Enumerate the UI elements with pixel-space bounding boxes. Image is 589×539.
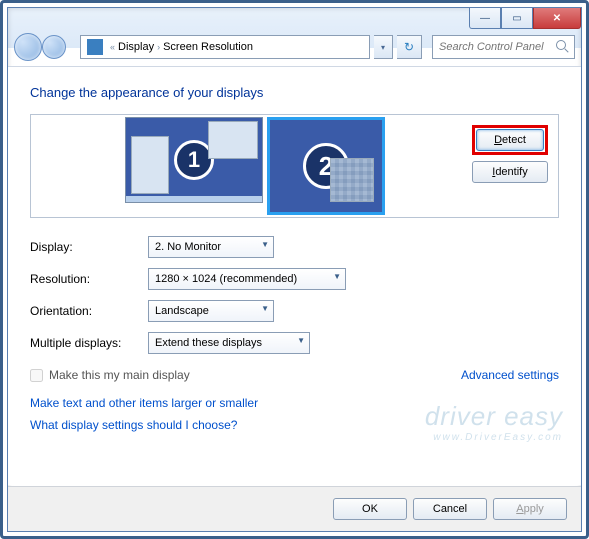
window-frame: — ▭ ✕ « Display › Screen Resolution ▾ ↻ [7,7,582,532]
monitor-2[interactable]: 2 [267,117,385,215]
monitor-1-window-icon [131,136,169,194]
back-button[interactable] [14,33,42,61]
refresh-button[interactable]: ↻ [397,35,422,59]
identify-button[interactable]: Identify [472,161,548,183]
detect-button[interactable]: Detect [476,129,544,151]
multiple-displays-dropdown[interactable]: Extend these displays [148,332,310,354]
cancel-button[interactable]: Cancel [413,498,487,520]
resolution-label: Resolution: [30,272,148,286]
advanced-settings-link[interactable]: Advanced settings [461,368,559,382]
detect-highlight: Detect [472,125,548,155]
navigation-bar: « Display › Screen Resolution ▾ ↻ [8,30,581,64]
search-input[interactable] [433,41,574,53]
monitor-1[interactable]: 1 [125,117,263,203]
monitor-1-taskbar-icon [126,196,262,202]
help-link[interactable]: What display settings should I choose? [30,418,559,432]
close-button[interactable]: ✕ [533,8,581,29]
address-history-button[interactable]: ▾ [374,35,393,59]
window-controls: — ▭ ✕ [469,8,581,29]
multiple-displays-label: Multiple displays: [30,336,148,350]
main-display-checkbox [30,369,43,382]
orientation-dropdown[interactable]: Landscape [148,300,274,322]
content-area: Change the appearance of your displays 1… [8,66,581,485]
dialog-footer: OK Cancel Apply [8,486,581,531]
orientation-label: Orientation: [30,304,148,318]
control-panel-icon [87,39,103,55]
display-arrangement-box[interactable]: 1 2 Detect Identify [30,114,559,218]
text-size-link[interactable]: Make text and other items larger or smal… [30,396,559,410]
breadcrumb-display[interactable]: Display [118,41,154,53]
chevron-left-icon: « [110,42,115,52]
apply-button[interactable]: Apply [493,498,567,520]
ok-button[interactable]: OK [333,498,407,520]
maximize-button[interactable]: ▭ [501,8,533,29]
display-dropdown[interactable]: 2. No Monitor [148,236,274,258]
breadcrumb-screen-resolution[interactable]: Screen Resolution [163,41,253,53]
page-title: Change the appearance of your displays [30,85,559,100]
monitor-1-window-icon [208,121,258,159]
search-icon [556,40,570,54]
monitor-2-grid-icon [330,158,374,202]
search-box[interactable] [432,35,575,59]
breadcrumb-bar[interactable]: « Display › Screen Resolution [80,35,370,59]
resolution-dropdown[interactable]: 1280 × 1024 (recommended) [148,268,346,290]
main-display-label: Make this my main display [49,368,190,382]
display-settings-form: Display: 2. No Monitor Resolution: 1280 … [30,236,559,354]
chevron-right-icon: › [157,42,160,52]
minimize-button[interactable]: — [469,8,501,29]
display-label: Display: [30,240,148,254]
forward-button[interactable] [42,35,66,59]
